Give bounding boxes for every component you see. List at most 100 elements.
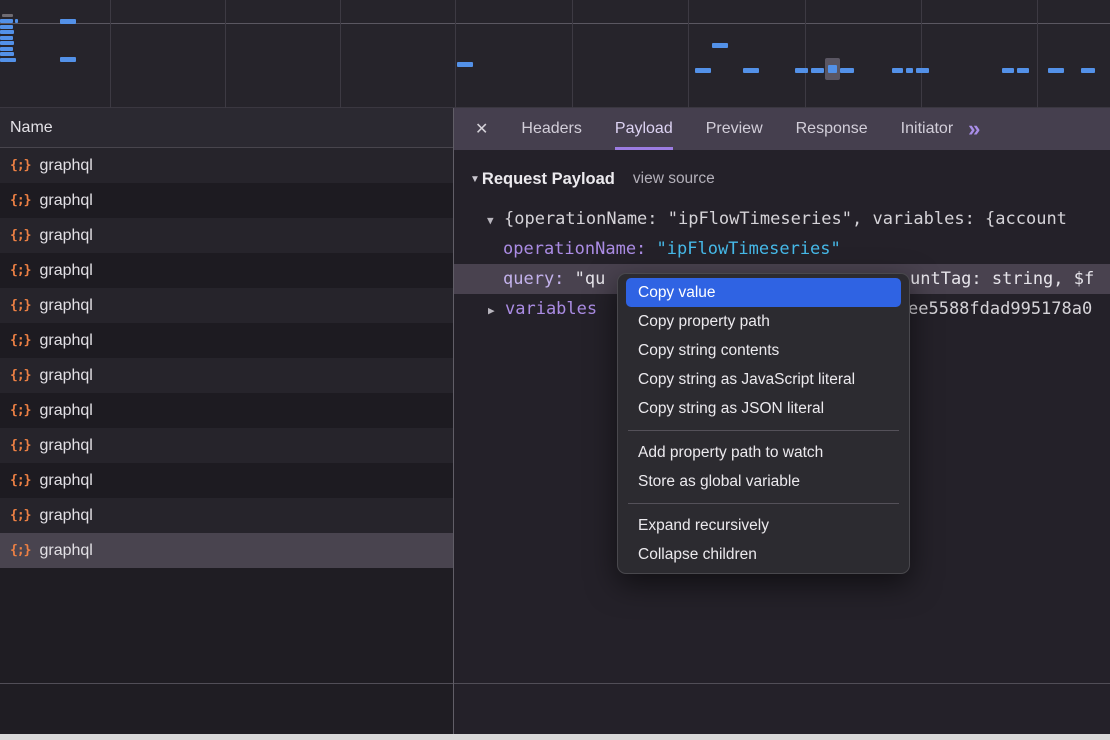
close-icon[interactable]: ✕ [475,119,488,139]
menu-item-copy-value[interactable]: Copy value [626,278,901,307]
menu-separator [628,430,899,431]
request-name-label: graphql [39,157,92,175]
fetch-json-icon: {;} [10,228,30,243]
tab-response[interactable]: Response [796,108,868,150]
expand-triangle-icon[interactable]: ▶ [488,296,505,324]
menu-item-copy-string-as-javascript-literal[interactable]: Copy string as JavaScript literal [626,365,901,394]
request-name-label: graphql [39,437,92,455]
request-timing-bar [828,65,837,73]
overview-gridline [110,0,111,108]
request-timing-bar [0,25,13,29]
menu-separator [628,503,899,504]
request-name-label: graphql [39,542,92,560]
expand-triangle-icon[interactable]: ▼ [487,206,504,234]
request-timing-bar [60,57,76,62]
details-tabs: Headers Payload Preview Response Initiator [488,108,953,150]
fetch-json-icon: {;} [10,298,30,313]
overview-gridline [455,0,456,108]
menu-item-copy-property-path[interactable]: Copy property path [626,307,901,336]
request-name-label: graphql [39,262,92,280]
request-timing-bar [743,68,759,73]
request-timing-bar [0,36,13,40]
request-row-graphql[interactable]: {;} graphql [0,358,453,393]
property-value-right: ee5588fdad995178a0 [908,294,1092,324]
overview-gridline [225,0,226,108]
tab-preview[interactable]: Preview [706,108,763,150]
property-value-left: "qu [575,269,606,289]
menu-item-copy-string-as-json-literal[interactable]: Copy string as JSON literal [626,394,901,423]
request-timing-bar [1048,68,1064,73]
fetch-json-icon: {;} [10,263,30,278]
request-timing-bar [0,41,14,45]
overview-gridline [572,0,573,108]
menu-item-store-as-global-variable[interactable]: Store as global variable [626,467,901,496]
request-timing-bar [1081,68,1095,73]
property-key: variables [505,299,597,319]
collapse-triangle-icon[interactable]: ▼ [470,174,480,185]
payload-object-preview: {operationName: "ipFlowTimeseries", vari… [504,209,1067,229]
requests-panel: Name {;}graphql{;}graphql{;}graphql{;}gr… [0,108,453,734]
request-timing-bar [60,19,76,24]
request-timing-bar [1002,68,1014,73]
overview-gridline [340,0,341,108]
request-row-graphql[interactable]: {;} graphql [0,463,453,498]
name-column-label: Name [10,119,53,136]
network-overview-timeline[interactable] [0,0,1110,108]
request-name-label: graphql [39,367,92,385]
request-name-label: graphql [39,472,92,490]
request-timing-bar [457,62,473,67]
request-name-label: graphql [39,332,92,350]
request-timing-bar [906,68,913,73]
overview-gridline [921,0,922,108]
request-timing-bar [0,47,13,51]
request-name-label: graphql [39,507,92,525]
request-row-graphql[interactable]: {;}graphql [0,148,453,183]
overview-gridline [1037,0,1038,108]
tab-initiator[interactable]: Initiator [901,108,953,150]
request-timing-bar [0,19,13,23]
payload-operationname-row[interactable]: operationName: "ipFlowTimeseries" [454,234,1110,264]
menu-item-expand-recursively[interactable]: Expand recursively [626,511,901,540]
payload-root-row[interactable]: ▼{operationName: "ipFlowTimeseries", var… [454,204,1110,234]
requests-list: {;} graphql {;} graphql {;} graphql {;} graphql… [0,148,453,568]
property-key: query: [503,269,575,289]
devtools-network-panel: Name {;}graphql{;}graphql{;}graphql{;}gr… [0,0,1110,740]
menu-item-collapse-children[interactable]: Collapse children [626,540,901,569]
tab-headers[interactable]: Headers [521,108,581,150]
property-value-right: untTag: string, $f [910,264,1094,294]
fetch-json-icon: {;} [10,543,30,558]
fetch-json-icon: {;} [10,193,30,208]
overview-gridline-horizontal [0,23,1110,24]
overview-gridline [688,0,689,108]
request-timing-bar [840,68,854,73]
property-value: "ipFlowTimeseries" [657,239,841,259]
view-source-link[interactable]: view source [633,170,715,188]
menu-item-copy-string-contents[interactable]: Copy string contents [626,336,901,365]
more-tabs-icon[interactable]: » [968,116,980,142]
request-row-graphql[interactable]: {;}graphql [0,218,453,253]
name-column-header[interactable]: Name [0,108,453,148]
request-timing-bar [15,19,18,23]
request-row-graphql[interactable]: {;} graphql [0,533,453,568]
request-row-graphql[interactable]: {;} graphql [0,498,453,533]
table-footer-divider [0,683,1110,684]
fetch-json-icon: {;} [10,368,30,383]
request-row-graphql[interactable]: {;}graphql [0,288,453,323]
request-row-graphql[interactable]: {;}graphql [0,393,453,428]
fetch-json-icon: {;} [10,508,30,523]
request-row-graphql[interactable]: {;} graphql [0,183,453,218]
request-row-graphql[interactable]: {;}graphql [0,323,453,358]
request-timing-bar [695,68,711,73]
request-row-graphql[interactable]: {;} graphql [0,428,453,463]
fetch-json-icon: {;} [10,438,30,453]
request-name-label: graphql [39,192,92,210]
request-payload-section-header: ▼ Request Payload view source [470,166,1110,192]
fetch-json-icon: {;} [10,473,30,488]
details-tabbar: ✕ Headers Payload Preview Response Initiator… [454,108,1110,150]
menu-item-add-property-path-to-watch[interactable]: Add property path to watch [626,438,901,467]
request-timing-bar [1017,68,1029,73]
panel-resize-divider[interactable] [453,108,454,734]
section-title: Request Payload [482,170,615,189]
request-row-graphql[interactable]: {;} graphql [0,253,453,288]
tab-payload[interactable]: Payload [615,108,673,150]
